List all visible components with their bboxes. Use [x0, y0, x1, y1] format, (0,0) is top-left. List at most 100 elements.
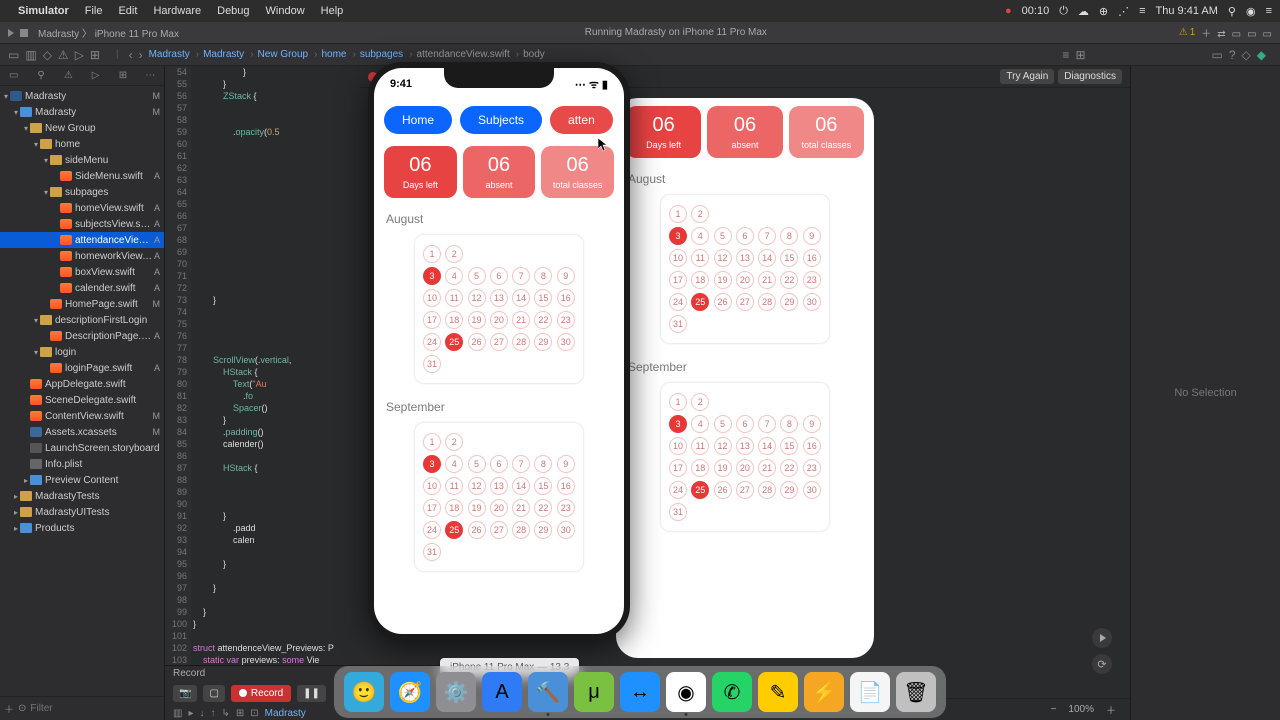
calendar-day[interactable]: 7 [512, 267, 530, 285]
calendar-day[interactable]: 9 [803, 227, 821, 245]
calendar-day[interactable]: 23 [557, 311, 575, 329]
dock-notes[interactable]: ✎ [758, 672, 798, 712]
filter-input[interactable] [30, 703, 162, 714]
calendar-day[interactable]: 28 [758, 481, 776, 499]
calendar-day[interactable]: 20 [490, 499, 508, 517]
calendar-day[interactable]: 24 [669, 293, 687, 311]
wifi-icon[interactable]: ⋰ [1118, 5, 1129, 18]
calendar-day[interactable]: 12 [714, 437, 732, 455]
zoom-out[interactable]: − [1051, 704, 1057, 715]
calendar-day[interactable]: 12 [468, 477, 486, 495]
calendar-day[interactable]: 26 [468, 521, 486, 539]
scheme-selector[interactable]: Madrasty 〉 iPhone 11 Pro Max [38, 25, 179, 40]
calendar-day[interactable]: 25 [691, 481, 709, 499]
screenshot-button[interactable]: ▢ [203, 685, 224, 702]
calendar-day[interactable]: 11 [445, 477, 463, 495]
calendar-day[interactable]: 29 [534, 521, 552, 539]
dbg-btn[interactable]: ⊡ [250, 708, 258, 719]
calendar-day[interactable]: 10 [423, 477, 441, 495]
calendar-day[interactable]: 19 [714, 271, 732, 289]
calendar-day[interactable]: 6 [736, 415, 754, 433]
calendar-day[interactable]: 18 [445, 499, 463, 517]
calendar-day[interactable]: 12 [468, 289, 486, 307]
calendar-day[interactable]: 18 [691, 271, 709, 289]
dbg-target[interactable]: Madrasty [265, 708, 306, 719]
calendar-day[interactable]: 10 [423, 289, 441, 307]
calendar-day[interactable]: 30 [557, 333, 575, 351]
calendar-day[interactable]: 27 [490, 521, 508, 539]
dbg-btn[interactable]: ↳ [221, 708, 229, 719]
file-row[interactable]: Assets.xcassetsM [0, 424, 164, 440]
pause-button[interactable]: ❚❚ [297, 685, 326, 702]
calendar-day[interactable]: 24 [669, 481, 687, 499]
calendar-day[interactable]: 17 [423, 499, 441, 517]
calendar-day[interactable]: 13 [490, 477, 508, 495]
status-icon[interactable]: ⏻ [1059, 5, 1068, 18]
dock-pages[interactable]: 📄 [850, 672, 890, 712]
calendar-day[interactable]: 23 [557, 499, 575, 517]
nav-btn[interactable]: ⊞ [90, 48, 100, 62]
calendar-day[interactable]: 21 [758, 271, 776, 289]
dock-whatsapp[interactable]: ✆ [712, 672, 752, 712]
dock-sysprefs[interactable]: ⚙️ [436, 672, 476, 712]
calendar-day[interactable]: 7 [758, 415, 776, 433]
dock-utorrent[interactable]: μ [574, 672, 614, 712]
calendar-day[interactable]: 20 [490, 311, 508, 329]
file-row[interactable]: loginPage.swiftA [0, 360, 164, 376]
file-row[interactable]: calender.swiftA [0, 280, 164, 296]
calendar-day[interactable]: 13 [490, 289, 508, 307]
calendar-day[interactable]: 3 [669, 227, 687, 245]
calendar-day[interactable]: 1 [423, 245, 441, 263]
screenshot-button[interactable]: 📷 [173, 685, 197, 702]
calendar-day[interactable]: 5 [714, 227, 732, 245]
file-row[interactable]: homeView.swiftA [0, 200, 164, 216]
calendar-day[interactable]: 20 [736, 271, 754, 289]
calendar-day[interactable]: 15 [534, 289, 552, 307]
calendar-day[interactable]: 29 [534, 333, 552, 351]
calendar-day[interactable]: 26 [468, 333, 486, 351]
calendar-day[interactable]: 18 [445, 311, 463, 329]
calendar-day[interactable]: 26 [714, 293, 732, 311]
dock-chrome[interactable]: ◉ [666, 672, 706, 712]
calendar-day[interactable]: 31 [669, 503, 687, 521]
editor-opt[interactable]: ⊞ [1075, 48, 1085, 62]
calendar-day[interactable]: 8 [534, 267, 552, 285]
calendar-day[interactable]: 13 [736, 249, 754, 267]
calendar-day[interactable]: 12 [714, 249, 732, 267]
calendar-day[interactable]: 9 [557, 455, 575, 473]
back-button[interactable]: ‹ [129, 48, 133, 62]
status-icon[interactable]: ⊕ [1099, 5, 1108, 18]
calendar-day[interactable]: 4 [691, 415, 709, 433]
file-row[interactable]: attendanceView.swiftA [0, 232, 164, 248]
calendar-day[interactable]: 9 [803, 415, 821, 433]
filter-icon[interactable]: ⊙ [18, 703, 26, 714]
calendar-day[interactable]: 16 [557, 289, 575, 307]
calendar-day[interactable]: 24 [423, 521, 441, 539]
file-row[interactable]: ▾home [0, 136, 164, 152]
breadcrumb[interactable]: MadrastyMadrastyNew Grouphomesubpagesatt… [149, 49, 547, 60]
menu-help[interactable]: Help [321, 5, 344, 17]
insp-btn[interactable]: ◇ [1242, 48, 1251, 62]
calendar-day[interactable]: 10 [669, 249, 687, 267]
calendar-day[interactable]: 30 [803, 481, 821, 499]
diagnostics-button[interactable]: Diagnostics [1058, 69, 1122, 84]
calendar-day[interactable]: 27 [736, 293, 754, 311]
live-preview-button[interactable] [1092, 628, 1112, 648]
calendar-day[interactable]: 29 [780, 293, 798, 311]
file-row[interactable]: ▸Preview Content [0, 472, 164, 488]
dock-xcode[interactable]: 🔨 [528, 672, 568, 712]
calendar-day[interactable]: 20 [736, 459, 754, 477]
file-row[interactable]: homeworkView.swiftA [0, 248, 164, 264]
calendar-day[interactable]: 3 [423, 455, 441, 473]
calendar-day[interactable]: 28 [512, 521, 530, 539]
calendar-day[interactable]: 17 [669, 459, 687, 477]
file-row[interactable]: subjectsView.swiftA [0, 216, 164, 232]
code-editor[interactable]: 54 55 56 57 58 59 60 61 62 63 64 65 66 6… [165, 66, 360, 720]
calendar-day[interactable]: 30 [557, 521, 575, 539]
calendar-day[interactable]: 1 [669, 393, 687, 411]
calendar-day[interactable]: 16 [803, 249, 821, 267]
calendar-day[interactable]: 14 [512, 477, 530, 495]
file-row[interactable]: boxView.swiftA [0, 264, 164, 280]
siri-icon[interactable]: ◉ [1246, 5, 1256, 18]
calendar-day[interactable]: 8 [534, 455, 552, 473]
